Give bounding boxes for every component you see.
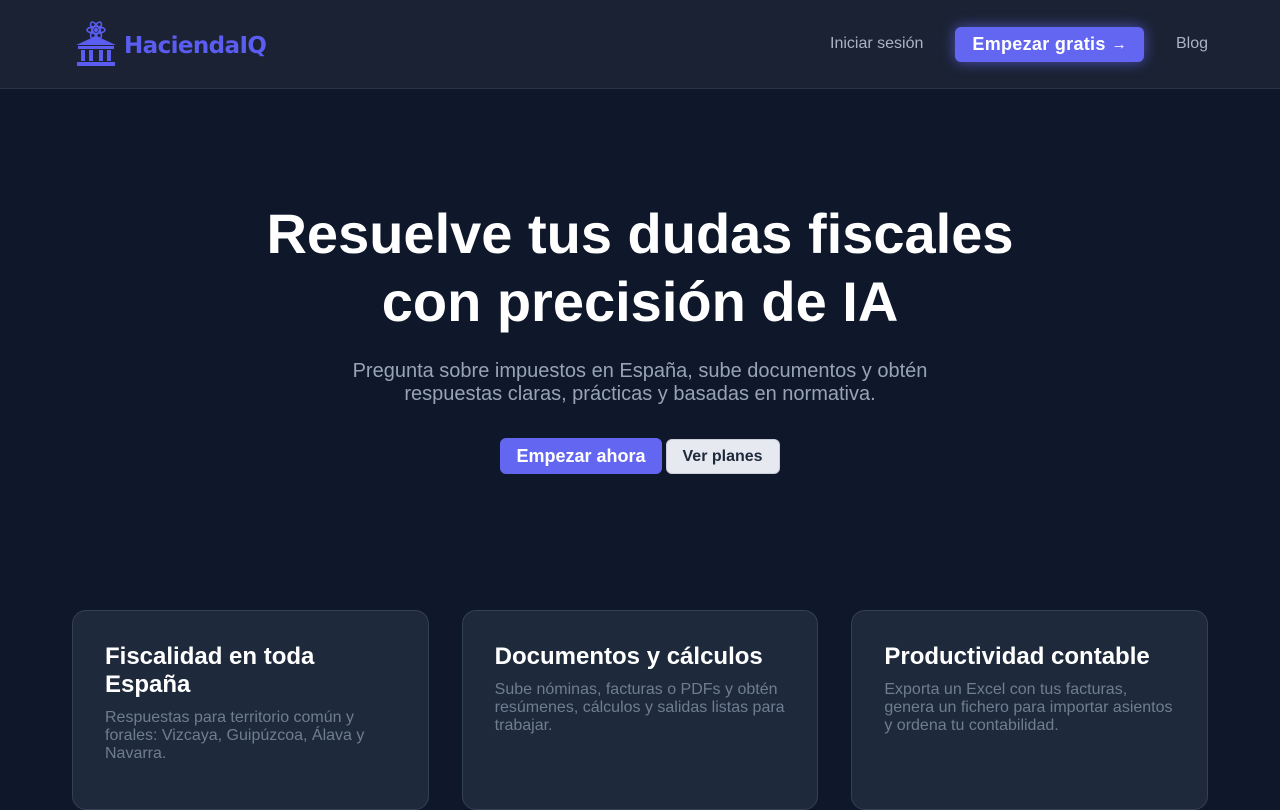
arrow-right-icon: → <box>1111 35 1127 53</box>
feature-title: Documentos y cálculos <box>494 643 763 670</box>
feature-description: Exporta un Excel con tus facturas, gener… <box>884 681 1173 734</box>
login-link[interactable]: Iniciar sesión <box>830 35 923 53</box>
bank-atom-icon <box>76 21 116 66</box>
hero-section: Resuelve tus dudas fiscales con precisió… <box>0 200 1280 474</box>
feature-card: Fiscalidad en toda España Respuestas par… <box>72 610 429 810</box>
top-navbar: HaciendaIQ Iniciar sesión Empezar gratis… <box>0 0 1280 89</box>
feature-title: Productividad contable <box>884 643 1150 670</box>
nav-links: Iniciar sesión Empezar gratis → Blog <box>830 26 1208 62</box>
feature-title: Fiscalidad en toda España <box>105 643 315 698</box>
view-plans-button[interactable]: Ver planes <box>665 439 780 474</box>
hero-title-line-1: Resuelve tus dudas fiscales <box>266 202 1014 265</box>
blog-link[interactable]: Blog <box>1176 35 1208 53</box>
brand-name: HaciendaIQ <box>124 33 267 59</box>
feature-description: Sube nóminas, facturas o PDFs y obtén re… <box>494 681 785 734</box>
hero-title: Resuelve tus dudas fiscales con precisió… <box>240 200 1040 336</box>
feature-card: Documentos y cálculos Sube nóminas, fact… <box>461 610 819 810</box>
hero-subtitle: Pregunta sobre impuestos en España, sube… <box>352 360 928 405</box>
start-now-button[interactable]: Empezar ahora <box>500 438 662 474</box>
hero-buttons: Empezar ahora Ver planes <box>0 438 1280 474</box>
start-free-label: Empezar gratis <box>972 33 1106 54</box>
features-section: Fiscalidad en toda España Respuestas par… <box>72 610 1209 810</box>
start-free-button[interactable]: Empezar gratis → <box>955 26 1144 62</box>
feature-description: Respuestas para territorio común y foral… <box>105 709 365 762</box>
feature-card: Productividad contable Exporta un Excel … <box>851 610 1209 810</box>
hero-title-line-2: con precisión de IA <box>381 270 899 333</box>
brand-logo[interactable]: HaciendaIQ <box>74 21 267 67</box>
